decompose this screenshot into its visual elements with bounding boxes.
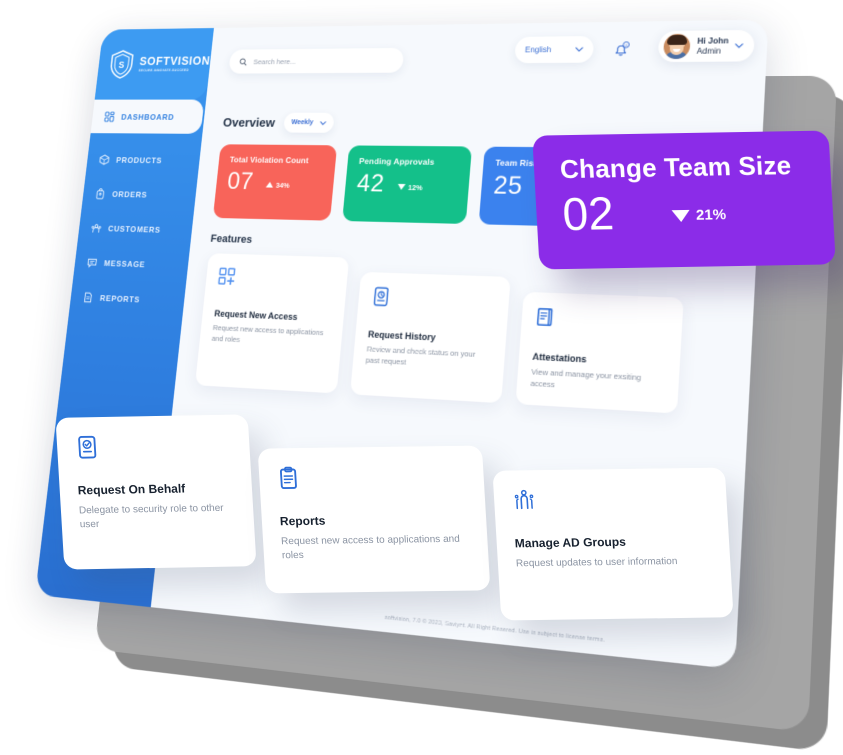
sidebar-item-label: ORDERS [111,188,148,199]
svg-text:S: S [118,61,125,71]
language-value: English [524,45,552,55]
feature-title: Manage AD Groups [514,534,627,551]
feature-desc: Request new access to applications and r… [280,533,461,562]
screenshot-stage: S SOFTVISION SECURE.INNOVATE.SUCCEED DAS… [0,0,843,755]
page-title: Overview [222,115,276,130]
user-greeting: Hi John [697,36,729,47]
triangle-down-icon [671,209,691,222]
document-icon [82,291,94,303]
highlight-delta: 21% [671,206,727,232]
chevron-down-icon [575,47,583,52]
stat-delta-value: 34% [275,180,291,190]
period-selector[interactable]: Weekly [282,112,335,133]
sidebar-item-label: REPORTS [99,292,141,304]
sidebar-item-reports[interactable]: REPORTS [69,279,186,319]
bell-icon: 0 [610,39,632,59]
search-input[interactable]: Search here... [228,47,405,74]
sidebar-item-label: MESSAGE [103,257,146,269]
notification-badge-count: 0 [625,42,628,47]
feature-title: Request New Access [213,308,298,322]
stat-delta: 34% [265,180,290,193]
sidebar-item-products[interactable]: PRODUCTS [85,142,201,178]
highlight-value: 02 [561,187,616,241]
users-icon [91,222,103,233]
language-selector[interactable]: English [514,35,595,64]
feature-desc: Request updates to user information [515,556,678,570]
stat-delta-value: 12% [407,182,423,192]
user-role: Admin [696,45,722,56]
dashboard-grid-icon [104,111,115,122]
stat-value: 25 [492,171,524,201]
feature-card-reports[interactable]: Reports Request new access to applicatio… [257,445,491,594]
feature-card-request-new-access[interactable]: Request New Access Request new access to… [194,253,350,394]
user-name-block: Hi John Admin [697,37,729,56]
chat-icon [86,256,98,268]
triangle-up-icon [265,181,274,188]
brand-text: SOFTVISION SECURE.INNOVATE.SUCCEED [138,54,211,73]
document-list-icon [535,306,557,330]
highlight-label: Change Team Size [559,150,793,185]
feature-title: Request History [367,329,437,343]
overview-header: Overview Weekly [222,112,746,136]
chevron-down-icon [735,43,744,48]
user-menu[interactable]: Hi John Admin [657,29,755,63]
stat-label: Pending Approvals [358,156,435,167]
group-people-icon [514,489,534,510]
stat-value: 07 [226,167,255,195]
sidebar-item-orders[interactable]: ORDERS [81,176,197,213]
perspective-scene: S SOFTVISION SECURE.INNOVATE.SUCCEED DAS… [0,0,843,755]
feature-desc: Review and check status on your past req… [365,344,476,367]
top-header: Search here... English 0 Hi John Admin [206,20,768,100]
feature-desc: View and manage your exsiting access [530,367,642,390]
brand-name: SOFTVISION [138,54,211,68]
avatar [661,32,692,61]
bag-icon [95,188,107,199]
grid-plus-icon [217,266,237,288]
highlight-card-change-team-size[interactable]: Change Team Size 02 21% [532,130,836,270]
sidebar-item-customers[interactable]: CUSTOMERS [77,210,194,248]
shield-s-icon: S [107,49,136,80]
feature-card-request-history[interactable]: Request History Review and check status … [350,271,511,404]
clipboard-icon [279,466,297,490]
search-placeholder: Search here... [253,56,297,66]
stat-label: Total Violation Count [229,154,310,166]
brand-tagline: SECURE.INNOVATE.SUCCEED [138,68,189,73]
history-clock-icon [371,285,392,308]
feature-cards-row-1: Request New Access Request new access to… [194,253,738,417]
brand-logo[interactable]: S SOFTVISION SECURE.INNOVATE.SUCCEED [94,28,214,100]
feature-title: Request On Behalf [77,481,186,498]
stat-delta: 12% [397,182,423,195]
sidebar-item-message[interactable]: MESSAGE [73,244,190,283]
feature-title: Attestations [532,351,588,365]
sidebar-item-label: PRODUCTS [115,154,163,165]
sidebar-item-dashboard[interactable]: DASHBOARD [90,99,205,134]
search-icon [239,57,248,65]
notifications-button[interactable]: 0 [610,39,632,59]
feature-card-request-on-behalf[interactable]: Request On Behalf Delegate to security r… [55,414,257,570]
sidebar-item-label: DASHBOARD [120,111,175,122]
stat-card-pending-approvals[interactable]: Pending Approvals 42 12% [342,145,473,224]
highlight-delta-value: 21% [695,206,727,224]
feature-desc: Delegate to security role to other user [78,502,224,531]
check-badge-icon [78,435,97,459]
stat-value: 42 [355,169,386,198]
box-icon [99,154,110,165]
stat-card-total-violation-count[interactable]: Total Violation Count 07 34% [212,144,338,221]
feature-card-attestations[interactable]: Attestations View and manage your exsiti… [515,291,684,414]
feature-desc: Request new access to applications and r… [211,323,324,344]
chevron-down-icon [319,121,326,125]
feature-card-manage-ad-groups[interactable]: Manage AD Groups Request updates to user… [492,467,734,621]
period-value: Weekly [290,119,314,127]
sidebar-item-label: CUSTOMERS [107,223,162,235]
feature-title: Reports [279,513,326,529]
triangle-down-icon [397,183,406,190]
